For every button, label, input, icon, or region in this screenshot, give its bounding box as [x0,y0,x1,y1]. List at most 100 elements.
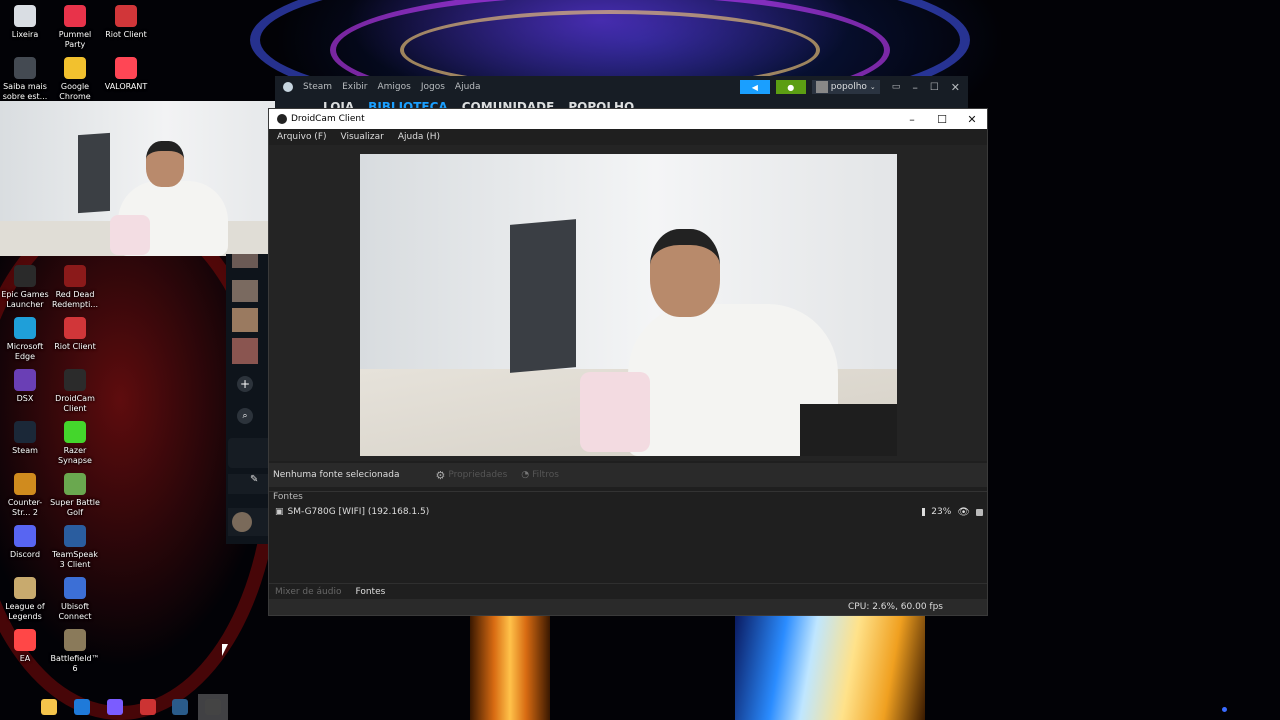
filter-icon: ◔ [521,470,530,480]
desktop-icon[interactable]: Super Battle Golf [50,473,100,518]
riot-client-icon [64,317,86,339]
taskbar-button[interactable] [198,694,228,720]
desktop-icon-label: Red Dead Redempti... [52,290,98,309]
friend-avatar[interactable] [232,308,258,332]
dsx-icon [14,369,36,391]
gear-icon: ⚙ [435,468,446,482]
steam-menu-steam[interactable]: Steam [303,82,332,92]
desktop-icon[interactable]: TeamSpeak 3 Client [50,525,100,570]
friend-avatar[interactable] [232,338,258,364]
desktop-icon-label: Steam [12,446,38,455]
battlefield-icon [64,629,86,651]
lock-icon[interactable] [976,508,983,516]
outlook-icon [74,699,90,715]
desktop-icon[interactable]: Saiba mais sobre est... [0,57,50,102]
camera-feed [360,154,897,456]
desktop-icon[interactable]: League of Legends [0,577,50,622]
add-friend-icon[interactable]: + [237,376,253,392]
desktop-icon[interactable]: Discord [0,525,50,560]
desktop-icon[interactable]: VALORANT [101,57,151,92]
desktop-icon[interactable]: Google Chrome [50,57,100,102]
close-icon[interactable]: ✕ [951,81,960,94]
taskbar-button[interactable] [67,694,97,720]
edge-icon [14,317,36,339]
desktop-icon[interactable]: Microsoft Edge [0,317,50,362]
taskbar-button[interactable] [165,694,195,720]
steam-logo-icon[interactable] [283,82,293,92]
desktop-icon-label: Riot Client [105,30,147,39]
search-icon[interactable]: ⌕ [237,408,253,424]
properties-button[interactable]: ⚙ Propriedades [436,469,508,482]
close-icon[interactable]: ✕ [957,109,987,129]
taskbar-button[interactable] [133,694,163,720]
minimize-icon[interactable]: – [912,81,918,94]
broadcast-button[interactable]: ◀ [739,80,770,94]
desktop-icon[interactable]: Epic Games Launcher [0,265,50,310]
desktop-icon[interactable]: Razer Synapse [50,421,100,466]
desktop-icon[interactable]: Riot Client [101,5,151,40]
desktop-icon[interactable]: Riot Client [50,317,100,352]
wallpaper-light [470,615,550,720]
door [510,219,576,373]
taskbar-button[interactable] [34,694,64,720]
filters-button[interactable]: ◔ Filtros [521,470,559,480]
steam-menu-ajuda[interactable]: Ajuda [455,82,481,92]
battery-level: 23% [931,507,952,517]
bell-icon: ● [787,82,795,92]
status-bar: CPU: 2.6%, 60.00 fps [269,599,987,615]
friend-avatar[interactable] [232,280,258,302]
droidcam-menubar: Arquivo (F) Visualizar Ajuda (H) [269,129,987,145]
sources-title: Fontes [273,492,303,502]
source-row[interactable]: ▣ SM-G780G [WIFI] (192.168.1.5) 23% 👁 [269,505,987,519]
desktop-icon[interactable]: Red Dead Redempti... [50,265,100,310]
user-menu[interactable]: popolho ⌄ [811,80,880,94]
desktop-icon[interactable]: Pummel Party [50,5,100,50]
desktop-icon-label: Lixeira [11,30,39,39]
learn-more-icon [14,57,36,79]
notifications-button[interactable]: ● [775,80,806,94]
desktop-icon-label: Google Chrome [59,82,91,101]
steam-menu-exibir[interactable]: Exibir [342,82,367,92]
desktop-icon[interactable]: Battlefield™ 6 [50,629,100,674]
pillow [580,372,650,452]
desktop-icon[interactable]: Ubisoft Connect [50,577,100,622]
red-dead-icon [64,265,86,287]
ubisoft-icon [64,577,86,599]
person-head [650,229,720,317]
desktop-icon[interactable]: DSX [0,369,50,404]
friend-avatar[interactable] [232,254,258,268]
minimize-icon[interactable]: – [897,109,927,129]
teamspeak-icon [64,525,86,547]
desktop-icon[interactable]: DroidCam Client [50,369,100,414]
pillow [110,215,150,255]
taskbar-button[interactable] [100,694,130,720]
desktop-icon[interactable]: Counter-Str... 2 [0,473,50,518]
steam-menu-amigos[interactable]: Amigos [378,82,411,92]
droidcam-app-icon [277,114,287,124]
bottom-tabs: Mixer de áudio Fontes [269,583,987,599]
menu-visualizar[interactable]: Visualizar [341,132,384,142]
menu-ajuda[interactable]: Ajuda (H) [398,132,440,142]
maximize-icon[interactable]: ☐ [927,109,957,129]
steam-menu-jogos[interactable]: Jogos [421,82,445,92]
riot-client-icon [115,5,137,27]
desktop-icon-label: DSX [16,394,34,403]
droidcam-window: DroidCam Client – ☐ ✕ Arquivo (F) Visual… [268,108,988,616]
droidcam-titlebar: DroidCam Client – ☐ ✕ [269,109,987,129]
big-picture-icon[interactable]: ▭ [892,82,901,92]
mouse-cursor [222,644,228,656]
desktop-icon-label: League of Legends [5,602,45,621]
menu-arquivo[interactable]: Arquivo (F) [277,132,327,142]
maximize-icon[interactable]: ☐ [930,82,939,93]
webcam-overlay [0,101,276,256]
desktop-icon[interactable]: Lixeira [0,5,50,40]
pummel-party-icon [64,5,86,27]
file-explorer-icon [41,699,57,715]
sources-header: Fontes [269,491,987,505]
desktop-icon-label: Counter-Str... 2 [7,498,43,517]
desktop-icon[interactable]: EA [0,629,50,664]
tab-audio-mixer[interactable]: Mixer de áudio [275,587,341,597]
tab-sources[interactable]: Fontes [355,587,385,597]
desktop-icon[interactable]: Steam [0,421,50,456]
eye-icon[interactable]: 👁 [957,507,970,518]
